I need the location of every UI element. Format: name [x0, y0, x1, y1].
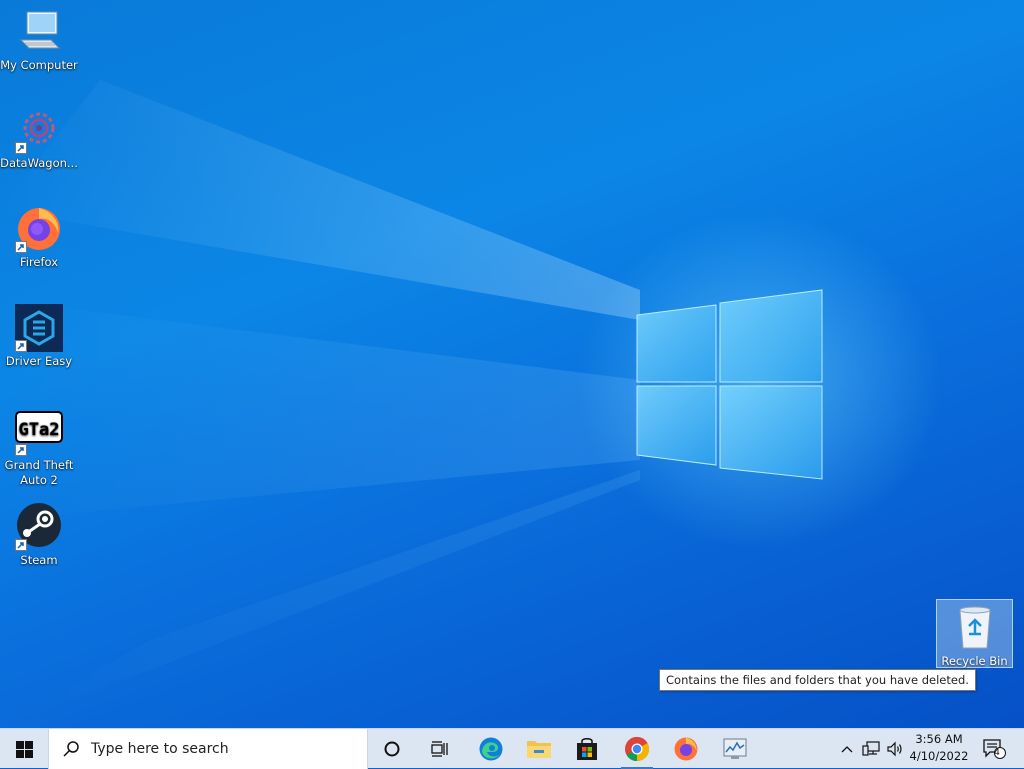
- computer-icon: [15, 8, 63, 56]
- driver-easy-icon: [15, 304, 63, 352]
- desktop-icon-driver-easy[interactable]: Driver Easy: [0, 304, 78, 369]
- desktop-icon-label: Firefox: [19, 255, 59, 269]
- clock-date: 4/10/2022: [909, 749, 969, 763]
- desktop-icon-datawagon[interactable]: DataWagon...: [0, 106, 78, 171]
- gta2-icon: GTa2: [15, 408, 63, 456]
- taskbar-store[interactable]: [563, 729, 611, 769]
- chrome-icon: [625, 736, 650, 761]
- network-button[interactable]: [859, 729, 883, 769]
- shortcut-arrow-icon: [15, 241, 27, 253]
- clock[interactable]: 3:56 AM 4/10/2022: [908, 729, 970, 769]
- chevron-up-icon: [841, 746, 853, 753]
- task-view-icon: [431, 741, 448, 757]
- desktop-icon-label: Driver Easy: [5, 354, 73, 368]
- recycle-bin-icon: [959, 606, 991, 649]
- shortcut-arrow-icon: [15, 444, 27, 456]
- cortana-icon: [384, 741, 400, 757]
- windows-start-icon: [15, 740, 33, 758]
- desktop-icon-label: Steam: [20, 553, 58, 567]
- shortcut-arrow-icon: [15, 539, 27, 551]
- desktop-icon-firefox[interactable]: Firefox: [0, 205, 78, 270]
- volume-button[interactable]: [883, 729, 907, 769]
- speaker-icon: [887, 741, 902, 757]
- desktop-icon-steam[interactable]: Steam: [0, 503, 78, 568]
- performance-monitor-icon: [723, 738, 747, 759]
- network-icon: [862, 741, 880, 756]
- show-hidden-icons-button[interactable]: [836, 729, 858, 769]
- search-icon: [63, 741, 79, 757]
- desktop-icon-label: My Computer: [0, 58, 78, 72]
- wallpaper: [0, 80, 823, 728]
- start-button[interactable]: [0, 729, 48, 769]
- recycle-bin-tooltip: Contains the files and folders that you …: [659, 669, 976, 691]
- shortcut-arrow-icon: [15, 142, 27, 154]
- taskbar-firefox[interactable]: [662, 729, 710, 769]
- search-placeholder: Type here to search: [91, 741, 229, 757]
- taskbar: Type here to search 3:56 AM 4/10/2022 4: [0, 728, 1024, 769]
- firefox-icon: [674, 737, 698, 761]
- windows-logo: [636, 289, 823, 480]
- microsoft-store-icon: [577, 738, 597, 760]
- desktop-icon-label: DataWagon...: [0, 156, 78, 170]
- taskbar-file-explorer[interactable]: [515, 729, 563, 769]
- file-explorer-icon: [527, 741, 551, 758]
- task-view-button[interactable]: [416, 729, 464, 769]
- desktop-icon-label: Grand Theft Auto 2: [4, 458, 74, 487]
- cortana-button[interactable]: [368, 729, 416, 769]
- notification-count-badge: 4: [994, 748, 1000, 758]
- desktop-icon-recycle-bin[interactable]: Recycle Bin: [936, 599, 1013, 668]
- taskbar-chrome[interactable]: [613, 729, 661, 769]
- desktop: My Computer DataWagon... Firefox Driver …: [0, 0, 1024, 728]
- firefox-icon: [15, 205, 63, 253]
- taskbar-performance-monitor[interactable]: [711, 729, 759, 769]
- edge-icon: [479, 737, 503, 761]
- desktop-icon-label: Recycle Bin: [941, 654, 1008, 668]
- search-box[interactable]: Type here to search: [48, 729, 368, 769]
- shortcut-arrow-icon: [15, 340, 27, 352]
- action-center-button[interactable]: 4: [976, 729, 1012, 769]
- taskbar-edge[interactable]: [467, 729, 515, 769]
- svg-text:GTa2: GTa2: [19, 420, 60, 440]
- steam-icon: [15, 503, 63, 551]
- clock-time: 3:56 AM: [915, 732, 963, 746]
- datawagon-icon: [15, 106, 63, 154]
- desktop-icon-my-computer[interactable]: My Computer: [0, 8, 78, 73]
- desktop-icon-gta2[interactable]: GTa2 Grand Theft Auto 2: [0, 408, 78, 488]
